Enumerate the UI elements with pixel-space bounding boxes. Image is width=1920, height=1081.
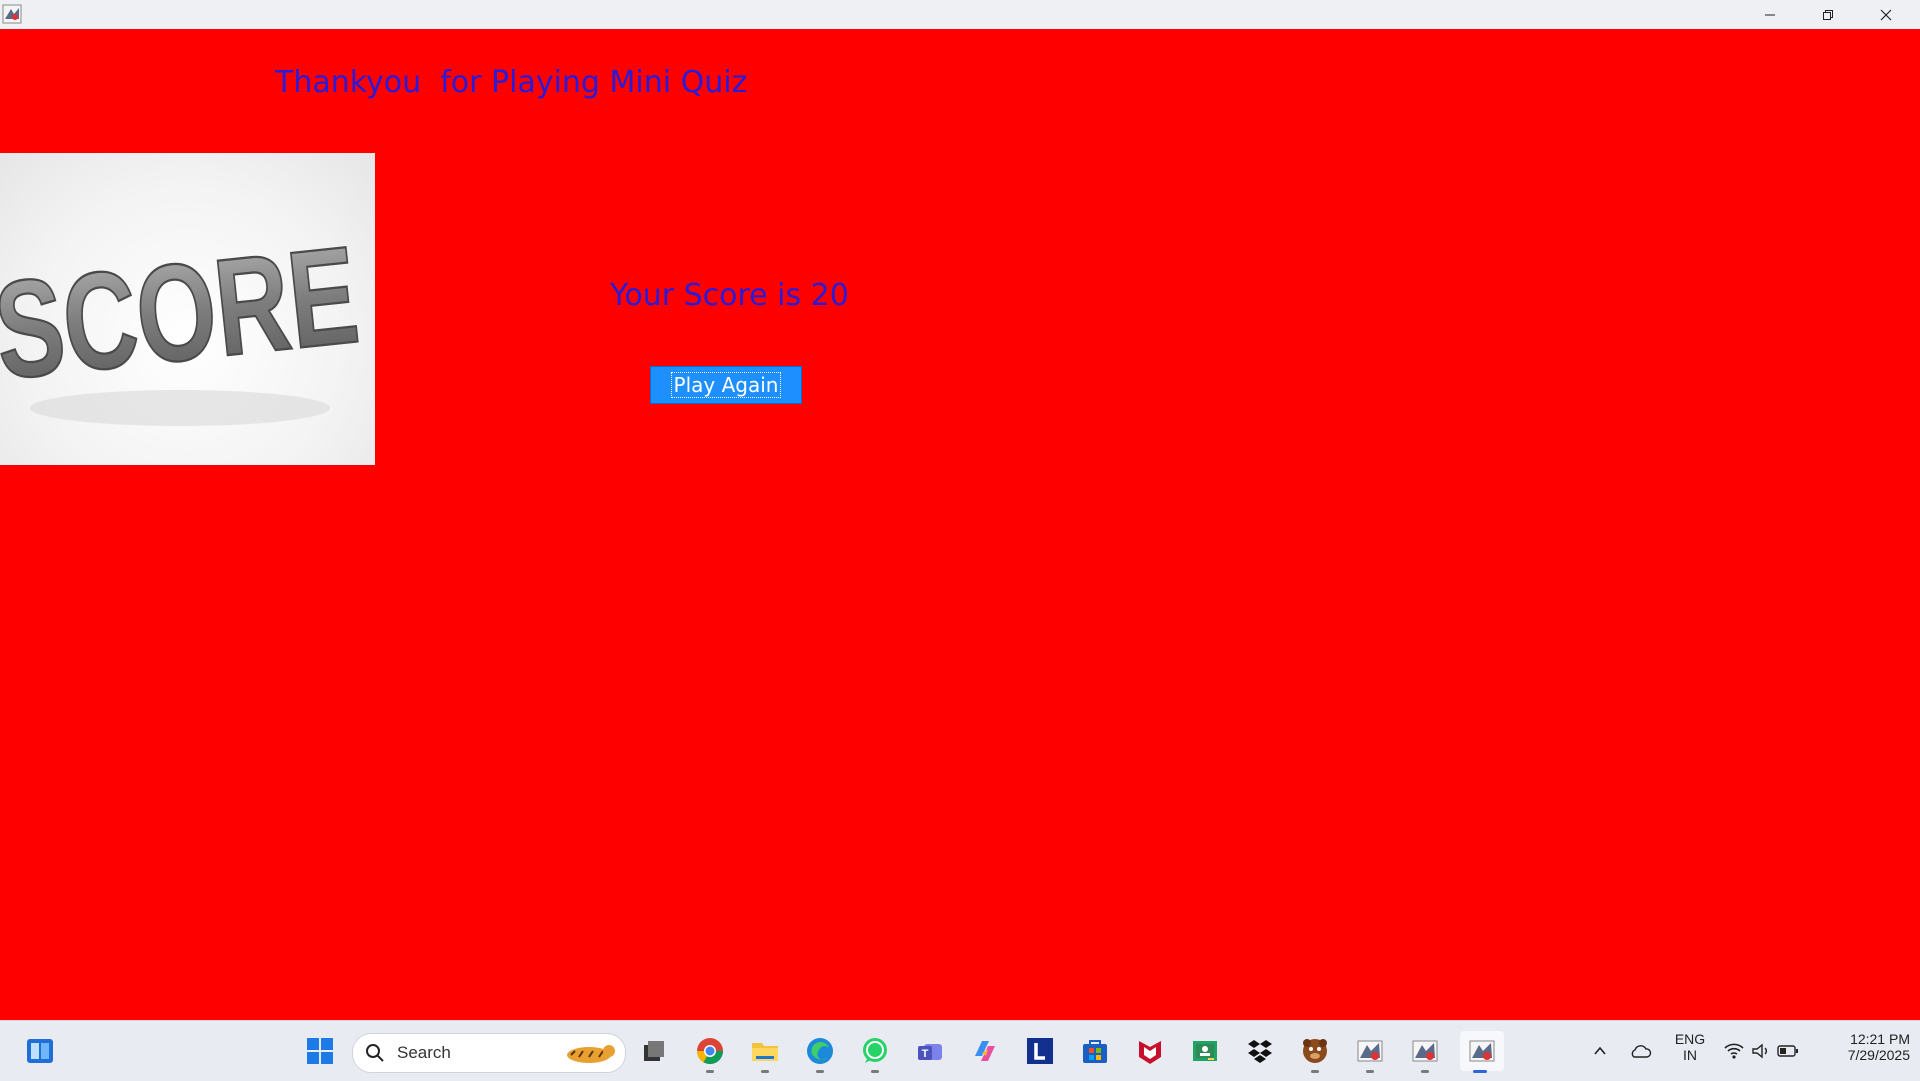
restore-button[interactable] <box>1799 0 1857 29</box>
store-icon <box>1083 1040 1107 1063</box>
running-indicator <box>1421 1070 1429 1073</box>
edge-icon <box>807 1038 833 1064</box>
java-app-icon <box>1412 1040 1438 1062</box>
svg-text:T: T <box>922 1048 929 1060</box>
dropbox-icon <box>1248 1040 1272 1063</box>
taskbar-chrome[interactable] <box>690 1031 730 1073</box>
start-button[interactable] <box>300 1031 340 1071</box>
wifi-icon <box>1724 1043 1744 1059</box>
minimize-icon <box>1765 14 1775 15</box>
score-graphic: SCORE <box>0 216 366 426</box>
taskbar-copilot[interactable] <box>965 1031 1005 1071</box>
region-code: IN <box>1683 1047 1697 1063</box>
taskbar-dropbox[interactable] <box>1240 1031 1280 1071</box>
taskbar-java-app-2[interactable] <box>1405 1031 1445 1073</box>
cloud-icon <box>1631 1045 1652 1058</box>
taskbar-java-app-active[interactable] <box>1460 1031 1504 1073</box>
search-icon <box>366 1044 384 1062</box>
l-app-icon <box>1027 1038 1053 1064</box>
taskbar-store[interactable] <box>1075 1031 1115 1071</box>
language-code: ENG <box>1674 1031 1706 1047</box>
whatsapp-icon <box>863 1038 887 1063</box>
chrome-icon <box>696 1038 724 1065</box>
battery-icon <box>1777 1045 1798 1057</box>
volume-icon <box>1752 1043 1767 1059</box>
task-view-button[interactable] <box>634 1031 674 1071</box>
taskbar-whatsapp[interactable] <box>855 1031 895 1073</box>
search-placeholder: Search <box>397 1043 451 1062</box>
widgets-button[interactable] <box>20 1031 60 1071</box>
score-result-text: Your Score is 20 <box>610 278 849 313</box>
active-indicator <box>1473 1070 1487 1073</box>
close-icon <box>1880 9 1892 20</box>
taskbar-java-app-1[interactable] <box>1350 1031 1390 1073</box>
classroom-icon <box>1193 1041 1217 1061</box>
taskbar-mcafee[interactable] <box>1130 1031 1170 1071</box>
taskbar-bear-app[interactable] <box>1295 1031 1335 1073</box>
java-app-icon <box>1357 1040 1383 1062</box>
tiger-icon <box>567 1045 615 1063</box>
file-explorer-icon <box>752 1043 778 1061</box>
java-app-icon <box>1469 1040 1495 1062</box>
taskbar-classroom[interactable] <box>1185 1031 1225 1071</box>
running-indicator <box>761 1070 769 1073</box>
taskbar-file-explorer[interactable] <box>745 1031 785 1073</box>
running-indicator <box>706 1070 714 1073</box>
running-indicator <box>1366 1070 1374 1073</box>
taskbar-edge[interactable] <box>800 1031 840 1073</box>
mcafee-icon <box>1139 1041 1161 1064</box>
thank-you-heading: Thankyou for Playing Mini Quiz <box>275 65 748 100</box>
window-titlebar <box>0 0 1920 29</box>
taskbar-teams[interactable]: T <box>910 1031 950 1071</box>
taskbar-search[interactable]: Search <box>352 1033 626 1073</box>
java-app-icon <box>2 4 22 24</box>
minimize-button[interactable] <box>1741 0 1799 29</box>
restore-icon <box>1823 9 1833 20</box>
widgets-icon <box>27 1039 53 1063</box>
play-again-label: Play Again <box>670 372 782 398</box>
score-image-label: SCORE <box>0 217 365 409</box>
clock[interactable]: 12:21 PM 7/29/2025 <box>1810 1031 1910 1063</box>
show-hidden-icons-button[interactable] <box>1580 1031 1620 1071</box>
onedrive-button[interactable] <box>1620 1031 1660 1071</box>
close-button[interactable] <box>1857 0 1915 29</box>
chevron-up-icon <box>1594 1046 1606 1055</box>
clock-time: 12:21 PM <box>1850 1031 1910 1047</box>
bear-app-icon <box>1303 1039 1327 1063</box>
teams-icon: T <box>918 1044 942 1060</box>
running-indicator <box>1311 1070 1319 1073</box>
network-volume-battery-button[interactable] <box>1716 1031 1806 1071</box>
play-again-button[interactable]: Play Again <box>650 366 802 404</box>
taskbar: Search T ENG IN 12:21 PM 7/29/2025 <box>0 1020 1920 1081</box>
running-indicator <box>816 1070 824 1073</box>
clock-date: 7/29/2025 <box>1847 1047 1910 1063</box>
start-icon <box>307 1038 333 1064</box>
taskbar-l-app[interactable] <box>1020 1031 1060 1071</box>
language-indicator[interactable]: ENG IN <box>1668 1031 1712 1063</box>
task-view-icon <box>644 1041 664 1061</box>
quiz-result-panel: Thankyou for Playing Mini Quiz SCORE You… <box>0 29 1920 1020</box>
score-image: SCORE <box>0 153 375 465</box>
running-indicator <box>871 1070 879 1073</box>
copilot-icon <box>975 1041 995 1061</box>
